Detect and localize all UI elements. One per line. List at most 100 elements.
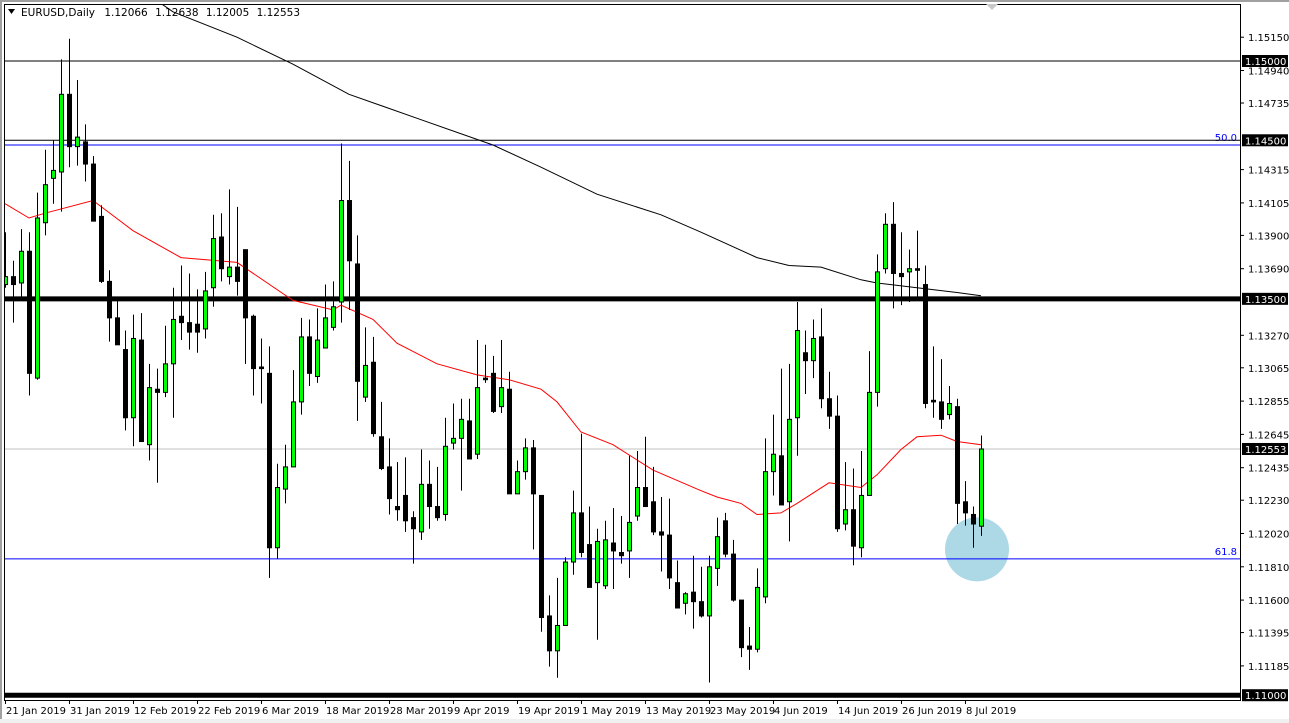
candle-body bbox=[820, 337, 824, 399]
candle-body bbox=[396, 507, 400, 510]
time-axis-label: 4 Jun 2019 bbox=[774, 706, 828, 717]
price-axis-label: 1.14105 bbox=[1248, 199, 1289, 210]
candle-body bbox=[196, 324, 200, 332]
candle-body bbox=[628, 522, 632, 551]
candle-body bbox=[796, 331, 800, 418]
candle-bullish bbox=[564, 557, 568, 625]
price-axis-label: 1.13270 bbox=[1248, 331, 1289, 342]
chart-background bbox=[0, 0, 1289, 723]
candle-body bbox=[444, 446, 448, 514]
candle-bearish bbox=[508, 372, 512, 494]
price-axis-label: 1.11185 bbox=[1248, 662, 1289, 673]
candle-body bbox=[364, 365, 368, 397]
ohlc-open: 1.12066 bbox=[104, 7, 148, 19]
candle-body bbox=[292, 402, 296, 467]
time-axis-label: 12 Feb 2019 bbox=[134, 706, 196, 717]
candle-body bbox=[620, 553, 624, 556]
candle-body bbox=[548, 616, 552, 651]
candle-body bbox=[852, 510, 856, 546]
ohlc-high: 1.12638 bbox=[155, 7, 198, 19]
candle-body bbox=[260, 367, 264, 369]
time-axis-label: 1 May 2019 bbox=[582, 706, 641, 717]
candle-bearish bbox=[100, 205, 104, 283]
candle-body bbox=[300, 337, 304, 402]
price-axis-label: 1.15150 bbox=[1248, 33, 1289, 44]
candle-body bbox=[332, 307, 336, 328]
candle-body bbox=[116, 318, 120, 345]
level-price-tag: 1.13500 bbox=[1245, 295, 1286, 306]
candle-body bbox=[412, 518, 416, 529]
ohlc-close: 1.12553 bbox=[257, 7, 300, 19]
candle-body bbox=[828, 399, 832, 416]
candle-body bbox=[660, 532, 664, 535]
price-axis-label: 1.12020 bbox=[1248, 529, 1289, 540]
candle-body bbox=[356, 264, 360, 381]
candle-body bbox=[588, 545, 592, 588]
candle-body bbox=[740, 600, 744, 648]
candle-body bbox=[876, 272, 880, 393]
candle-body bbox=[716, 537, 720, 569]
candle-body bbox=[36, 218, 40, 378]
candle-bullish bbox=[876, 254, 880, 406]
candle-body bbox=[764, 472, 768, 597]
candle-body bbox=[556, 625, 560, 650]
candle-body bbox=[700, 602, 704, 616]
candle-body bbox=[212, 239, 216, 288]
candle-body bbox=[92, 164, 96, 221]
ohlc-low: 1.12005 bbox=[206, 7, 249, 19]
candle-body bbox=[180, 316, 184, 322]
price-axis-label: 1.13690 bbox=[1248, 265, 1289, 276]
candle-body bbox=[268, 373, 272, 547]
candle-body bbox=[868, 392, 872, 495]
time-axis-label: 19 Apr 2019 bbox=[518, 706, 580, 717]
candle-body bbox=[860, 495, 864, 547]
candle-body bbox=[780, 456, 784, 505]
candle-body bbox=[644, 488, 648, 507]
candle-body bbox=[564, 562, 568, 625]
candle-body bbox=[508, 389, 512, 494]
candle-body bbox=[492, 373, 496, 411]
candle-body bbox=[884, 224, 888, 268]
candle-body bbox=[380, 437, 384, 469]
candle-body bbox=[668, 535, 672, 578]
price-chart[interactable]: 50.061.8 1.151501.149401.147351.143151.1… bbox=[0, 0, 1289, 723]
candle-body bbox=[388, 467, 392, 499]
candle-body bbox=[348, 201, 352, 261]
candle-body bbox=[604, 540, 608, 586]
price-axis-label: 1.13065 bbox=[1248, 364, 1289, 375]
candle-body bbox=[452, 438, 456, 443]
bid-price-tag: 1.12553 bbox=[1245, 445, 1286, 456]
candle-bearish bbox=[268, 346, 272, 577]
candle-body bbox=[420, 484, 424, 532]
candle-body bbox=[892, 224, 896, 273]
candle-body bbox=[804, 353, 808, 361]
candle-body bbox=[284, 467, 288, 489]
time-axis-label: 23 May 2019 bbox=[710, 706, 775, 717]
fib-level-label: 61.8 bbox=[1215, 547, 1237, 558]
price-axis-label: 1.11395 bbox=[1248, 629, 1289, 640]
candle-body bbox=[220, 237, 224, 269]
fib-level-label: 50.0 bbox=[1215, 133, 1237, 144]
candle-body bbox=[692, 592, 696, 602]
time-axis-label: 13 May 2019 bbox=[646, 706, 711, 717]
candle-body bbox=[932, 400, 936, 402]
candle-body bbox=[948, 403, 952, 414]
time-axis-label: 28 Mar 2019 bbox=[390, 706, 453, 717]
candle-body bbox=[540, 495, 544, 617]
highlight-circle bbox=[945, 517, 1009, 581]
candle-body bbox=[500, 388, 504, 407]
window-bottom-edge bbox=[0, 719, 1289, 723]
candle-body bbox=[68, 94, 72, 146]
price-axis-label: 1.13900 bbox=[1248, 231, 1289, 242]
candle-body bbox=[28, 251, 32, 373]
time-axis-label: 31 Jan 2019 bbox=[70, 706, 130, 717]
candle-body bbox=[812, 338, 816, 360]
candle-body bbox=[460, 419, 464, 438]
price-axis-label: 1.14940 bbox=[1248, 67, 1289, 78]
candle-body bbox=[76, 137, 80, 147]
candle-body bbox=[612, 543, 616, 551]
candle-body bbox=[484, 378, 488, 380]
candle-body bbox=[708, 567, 712, 616]
candle-body bbox=[100, 216, 104, 281]
candle-body bbox=[788, 419, 792, 501]
